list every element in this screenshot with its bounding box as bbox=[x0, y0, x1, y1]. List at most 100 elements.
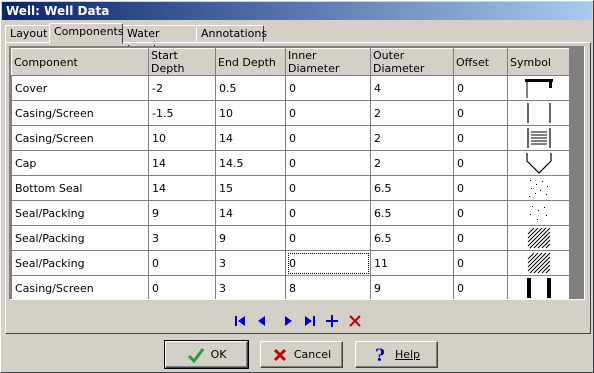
tab-layout[interactable]: Layout bbox=[5, 25, 50, 42]
cap-symbol-icon bbox=[525, 153, 552, 174]
cell-component[interactable]: Bottom Seal bbox=[11, 175, 149, 201]
cell-outer-diameter[interactable]: 6.5 bbox=[370, 225, 454, 251]
cell-end-depth[interactable]: 14 bbox=[215, 200, 286, 226]
cell-symbol[interactable] bbox=[507, 150, 570, 176]
cell-end-depth[interactable]: 10 bbox=[215, 100, 286, 126]
cell-inner-diameter[interactable]: 0 bbox=[285, 75, 371, 101]
col-header-symbol[interactable]: Symbol bbox=[507, 48, 570, 76]
cell-end-depth[interactable]: 3 bbox=[215, 250, 286, 276]
cell-offset[interactable]: 0 bbox=[453, 250, 508, 276]
cell-symbol[interactable] bbox=[507, 250, 570, 276]
cell-component[interactable]: Casing/Screen bbox=[11, 275, 149, 299]
cell-component[interactable]: Cover bbox=[11, 75, 149, 101]
cell-offset[interactable]: 0 bbox=[453, 75, 508, 101]
col-header-component[interactable]: Component bbox=[11, 48, 149, 76]
cell-inner-diameter[interactable]: 8 bbox=[285, 275, 371, 299]
header-row: Component Start Depth End Depth Inner Di… bbox=[11, 48, 570, 76]
cell-outer-diameter[interactable]: 2 bbox=[370, 150, 454, 176]
prev-icon[interactable] bbox=[253, 312, 271, 330]
cell-outer-diameter[interactable]: 6.5 bbox=[370, 175, 454, 201]
last-icon[interactable] bbox=[301, 312, 319, 330]
cell-start-depth[interactable]: 9 bbox=[148, 200, 216, 226]
cell-start-depth[interactable]: 0 bbox=[148, 275, 216, 299]
cell-offset[interactable]: 0 bbox=[453, 200, 508, 226]
ok-button[interactable]: OK bbox=[164, 340, 249, 369]
table-row[interactable]: Bottom Seal 14 15 0 6.5 0 bbox=[11, 175, 570, 201]
svg-text:?: ? bbox=[375, 346, 385, 364]
cell-start-depth[interactable]: 0 bbox=[148, 250, 216, 276]
table-row[interactable]: Seal/Packing 0 3 0 11 0 bbox=[11, 250, 570, 276]
components-grid[interactable]: Component Start Depth End Depth Inner Di… bbox=[9, 46, 585, 300]
delete-icon[interactable] bbox=[346, 312, 364, 330]
cell-symbol[interactable] bbox=[507, 175, 570, 201]
cell-inner-diameter[interactable]: 0 bbox=[285, 125, 371, 151]
cell-inner-diameter[interactable]: 0 bbox=[285, 250, 371, 276]
tab-water-levels[interactable]: Water Levels bbox=[122, 25, 197, 56]
cell-start-depth[interactable]: 14 bbox=[148, 150, 216, 176]
col-header-start-depth[interactable]: Start Depth bbox=[148, 48, 216, 76]
cell-offset[interactable]: 0 bbox=[453, 125, 508, 151]
tab-components[interactable]: Components bbox=[49, 23, 124, 44]
cell-outer-diameter[interactable]: 9 bbox=[370, 275, 454, 299]
cell-start-depth[interactable]: -2 bbox=[148, 75, 216, 101]
cell-outer-diameter[interactable]: 6.5 bbox=[370, 200, 454, 226]
add-icon[interactable] bbox=[323, 312, 341, 330]
table-row[interactable]: Casing/Screen 0 3 8 9 0 bbox=[11, 275, 570, 299]
cell-start-depth[interactable]: -1.5 bbox=[148, 100, 216, 126]
dialog-buttons: OK Cancel ? Help bbox=[1, 340, 594, 369]
table-row[interactable]: Casing/Screen 10 14 0 2 0 bbox=[11, 125, 570, 151]
cell-component[interactable]: Seal/Packing bbox=[11, 225, 149, 251]
cell-outer-diameter[interactable]: 11 bbox=[370, 250, 454, 276]
cell-component[interactable]: Seal/Packing bbox=[11, 250, 149, 276]
cell-inner-diameter[interactable]: 0 bbox=[285, 175, 371, 201]
col-header-inner-diameter[interactable]: Inner Diameter bbox=[285, 48, 371, 76]
cell-end-depth[interactable]: 14.5 bbox=[215, 150, 286, 176]
cell-offset[interactable]: 0 bbox=[453, 275, 508, 299]
cell-component[interactable]: Cap bbox=[11, 150, 149, 176]
cell-start-depth[interactable]: 10 bbox=[148, 125, 216, 151]
cell-symbol[interactable] bbox=[507, 275, 570, 299]
cell-start-depth[interactable]: 3 bbox=[148, 225, 216, 251]
cell-component[interactable]: Seal/Packing bbox=[11, 200, 149, 226]
table-row[interactable]: Cap 14 14.5 0 2 0 bbox=[11, 150, 570, 176]
cell-inner-diameter[interactable]: 0 bbox=[285, 200, 371, 226]
cell-inner-diameter[interactable]: 0 bbox=[285, 150, 371, 176]
next-icon[interactable] bbox=[279, 312, 297, 330]
cell-end-depth[interactable]: 3 bbox=[215, 275, 286, 299]
cancel-button[interactable]: Cancel bbox=[260, 341, 343, 368]
col-header-offset[interactable]: Offset bbox=[453, 48, 508, 76]
cell-end-depth[interactable]: 14 bbox=[215, 125, 286, 151]
cell-component[interactable]: Casing/Screen bbox=[11, 100, 149, 126]
cell-offset[interactable]: 0 bbox=[453, 100, 508, 126]
col-header-end-depth[interactable]: End Depth bbox=[215, 48, 286, 76]
cell-outer-diameter[interactable]: 2 bbox=[370, 125, 454, 151]
cell-symbol[interactable] bbox=[507, 225, 570, 251]
cell-end-depth[interactable]: 0.5 bbox=[215, 75, 286, 101]
cell-symbol[interactable] bbox=[507, 125, 570, 151]
cell-end-depth[interactable]: 9 bbox=[215, 225, 286, 251]
cell-symbol[interactable] bbox=[507, 100, 570, 126]
tab-annotations[interactable]: Annotations bbox=[196, 25, 267, 42]
cell-outer-diameter[interactable]: 2 bbox=[370, 100, 454, 126]
table-row[interactable]: Cover -2 0.5 0 4 0 bbox=[11, 75, 570, 101]
ok-label: OK bbox=[210, 348, 227, 361]
cell-symbol[interactable] bbox=[507, 200, 570, 226]
cell-symbol[interactable] bbox=[507, 75, 570, 101]
table-row[interactable]: Casing/Screen -1.5 10 0 2 0 bbox=[11, 100, 570, 126]
cell-inner-diameter[interactable]: 0 bbox=[285, 225, 371, 251]
help-button[interactable]: ? Help bbox=[355, 341, 438, 368]
first-icon[interactable] bbox=[231, 312, 249, 330]
col-header-outer-diameter[interactable]: Outer Diameter bbox=[370, 48, 454, 76]
cell-start-depth[interactable]: 14 bbox=[148, 175, 216, 201]
hatch-symbol-icon bbox=[527, 252, 550, 274]
screen-symbol-icon bbox=[526, 128, 551, 148]
cell-inner-diameter[interactable]: 0 bbox=[285, 100, 371, 126]
cell-outer-diameter[interactable]: 4 bbox=[370, 75, 454, 101]
table-row[interactable]: Seal/Packing 3 9 0 6.5 0 bbox=[11, 225, 570, 251]
cell-offset[interactable]: 0 bbox=[453, 225, 508, 251]
cell-offset[interactable]: 0 bbox=[453, 150, 508, 176]
cell-end-depth[interactable]: 15 bbox=[215, 175, 286, 201]
cell-offset[interactable]: 0 bbox=[453, 175, 508, 201]
table-row[interactable]: Seal/Packing 9 14 0 6.5 0 bbox=[11, 200, 570, 226]
cell-component[interactable]: Casing/Screen bbox=[11, 125, 149, 151]
